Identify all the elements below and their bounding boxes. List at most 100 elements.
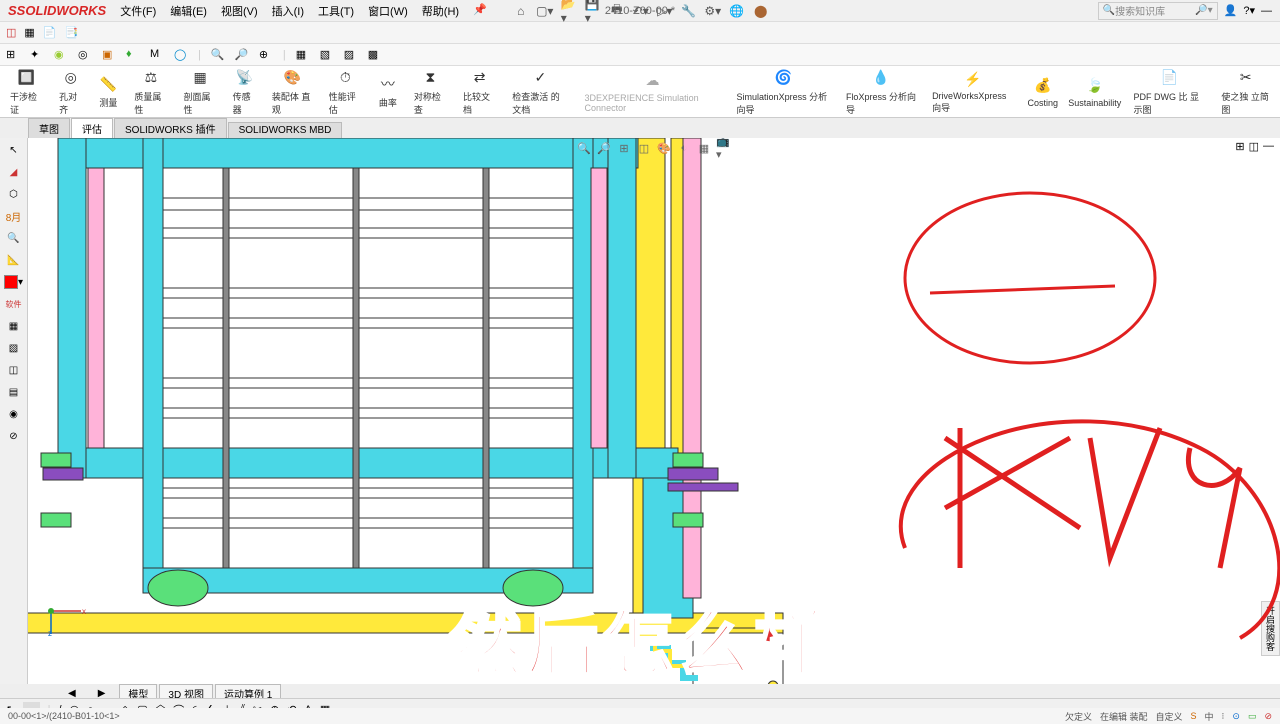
menu-tools[interactable]: 工具(T) [312,1,360,21]
tab-addins[interactable]: SOLIDWORKS 插件 [114,118,227,138]
rb-pdf[interactable]: 📄PDF DWG 比 显示图 [1128,66,1212,118]
lt4[interactable]: 8月 [2,206,26,226]
rb-compare[interactable]: ⇄比较文 档 [457,66,502,118]
vt4[interactable]: ◫ [636,140,652,156]
home-icon[interactable]: ⌂ [513,3,529,19]
menu-help[interactable]: 帮助(H) [416,1,465,21]
t6-icon[interactable]: ♦ [126,48,140,62]
tree-icon[interactable]: ◫ [6,26,16,39]
doc-icon[interactable]: 📄 [43,26,57,39]
rb-symmetry[interactable]: ⧗对称检 查 [408,66,453,118]
rb-costing[interactable]: 💰Costing [1024,74,1062,110]
t12-icon[interactable]: ▦ [296,48,310,62]
new-icon[interactable]: ▢▾ [537,3,553,19]
left-toolbar: ↖ ◢ ⬡ 8月 🔍 📐 ▾ 软件 ▦ ▧ ◫ ▤ ◉ ⊘ [0,138,28,686]
menu-view[interactable]: 视图(V) [215,1,264,21]
menu-window[interactable]: 窗口(W) [362,1,414,21]
menu-insert[interactable]: 插入(I) [266,1,310,21]
status-1: 欠定义 [1065,710,1092,723]
lt9[interactable]: ◫ [2,360,26,380]
tab-sketch[interactable]: 草图 [28,118,70,138]
lt-sw[interactable]: 软件 [2,294,26,314]
tree2-icon[interactable]: ▦ [24,26,34,39]
vt5[interactable]: 🎨 [656,140,672,156]
vt6[interactable]: ◐ [676,140,692,156]
rb-indep[interactable]: ✂使之独 立简图 [1215,66,1276,118]
rb-drivew[interactable]: ⚡DriveWorksXpress 向导 [926,67,1020,116]
help-icon[interactable]: ?▾ [1243,4,1255,17]
minimize-icon[interactable]: — [1261,5,1272,17]
t3-icon[interactable]: ◉ [54,48,68,62]
planet-icon[interactable]: 🌐 [729,3,745,19]
t14-icon[interactable]: ▨ [344,48,358,62]
pin-icon[interactable]: 📌 [467,1,493,21]
rb-simx[interactable]: 🌀SimulationXpress 分析向导 [731,66,836,118]
rebuild-icon[interactable]: 🔧 [681,3,697,19]
t1-icon[interactable]: ⊞ [6,48,20,62]
vp-window-icon[interactable]: ◫ [1249,140,1259,153]
rb-check[interactable]: ✓检查激活 的文档 [506,66,574,118]
sphere-icon[interactable]: ⬤ [753,3,769,19]
lt12[interactable]: ⊘ [2,426,26,446]
menu-edit[interactable]: 编辑(E) [164,1,213,21]
user-icon[interactable]: 👤 [1224,4,1238,17]
rb-interference[interactable]: 🔲干涉检 证 [4,66,49,118]
rb-curvature[interactable]: 〰曲率 [372,72,404,111]
tab-evaluate[interactable]: 评估 [71,118,113,138]
rb-flox[interactable]: 💧FloXpress 分析向 导 [840,66,922,118]
t11-icon[interactable]: ⊕ [259,48,273,62]
lt6[interactable]: 📐 [2,250,26,270]
vp-tile-icon[interactable]: ⊞ [1235,140,1244,153]
menu-bar: SSOLIDWORKS 文件(F) 编辑(E) 视图(V) 插入(I) 工具(T… [0,0,1280,22]
save-icon[interactable]: 💾▾ [585,3,601,19]
vt1[interactable]: 🔍 [576,140,592,156]
lt10[interactable]: ▤ [2,382,26,402]
t7-icon[interactable]: M [150,48,164,62]
t4-icon[interactable]: ◎ [78,48,92,62]
rb-sustain[interactable]: 🍃Sustainability [1066,74,1124,110]
open-icon[interactable]: 📂▾ [561,3,577,19]
vt3[interactable]: ⊞ [616,140,632,156]
t8-icon[interactable]: ◯ [174,48,188,62]
t2-icon[interactable]: ✦ [30,48,44,62]
lt11[interactable]: ◉ [2,404,26,424]
status-2: 在编辑 装配 [1100,710,1148,723]
lt3[interactable]: ⬡ [2,184,26,204]
st-icon2[interactable]: 中 [1205,710,1214,723]
rb-mass[interactable]: ⚖质量属 性 [128,66,173,118]
t13-icon[interactable]: ▧ [320,48,334,62]
vp-min-icon[interactable]: — [1263,140,1274,153]
t10-icon[interactable]: 🔎 [235,48,249,62]
vt2[interactable]: 🔎 [596,140,612,156]
lt7[interactable]: ▦ [2,316,26,336]
search-go-icon[interactable]: 🔎▾ [1195,5,1212,16]
t9-icon[interactable]: 🔍 [211,48,225,62]
search-input[interactable]: 🔍 搜索知识库 🔎▾ [1098,2,1218,20]
rb-holealign[interactable]: ◎孔对齐 [53,66,88,118]
lt-color[interactable]: ▾ [2,272,26,292]
rb-measure[interactable]: 📏测量 [92,72,124,111]
lt8[interactable]: ▧ [2,338,26,358]
t15-icon[interactable]: ▩ [368,48,382,62]
status-3[interactable]: 自定义 [1155,710,1182,723]
options-icon[interactable]: ⚙▾ [705,3,721,19]
vt8[interactable]: 📺▾ [716,140,732,156]
rb-asmvis[interactable]: 🎨装配体 直观 [266,66,319,118]
t5-icon[interactable]: ▣ [102,48,116,62]
status-bar: 00-00<1>/(2410-B01-10<1> 欠定义 在编辑 装配 自定义 … [0,708,1280,724]
menu-file[interactable]: 文件(F) [114,1,162,21]
main-menu: 文件(F) 编辑(E) 视图(V) 插入(I) 工具(T) 窗口(W) 帮助(H… [114,1,493,21]
rb-perf[interactable]: ⏱性能评 估 [323,66,368,118]
overlay-caption: 然后怎么样 [450,585,830,690]
rb-section[interactable]: ▦剖面属 性 [178,66,223,118]
right-side-tab[interactable]: 开启搜购客 [1261,601,1280,656]
svg-text:x: x [82,607,86,616]
tab-mbd[interactable]: SOLIDWORKS MBD [228,122,343,138]
lt5[interactable]: 🔍 [2,228,26,248]
vt7[interactable]: ▦ [696,140,712,156]
document-title: 2410-Z00-00 * [605,5,675,17]
lt2[interactable]: ◢ [2,162,26,182]
doc2-icon[interactable]: 📑 [65,26,79,39]
rb-sensor[interactable]: 📡传感器 [227,66,262,118]
lt1[interactable]: ↖ [2,140,26,160]
